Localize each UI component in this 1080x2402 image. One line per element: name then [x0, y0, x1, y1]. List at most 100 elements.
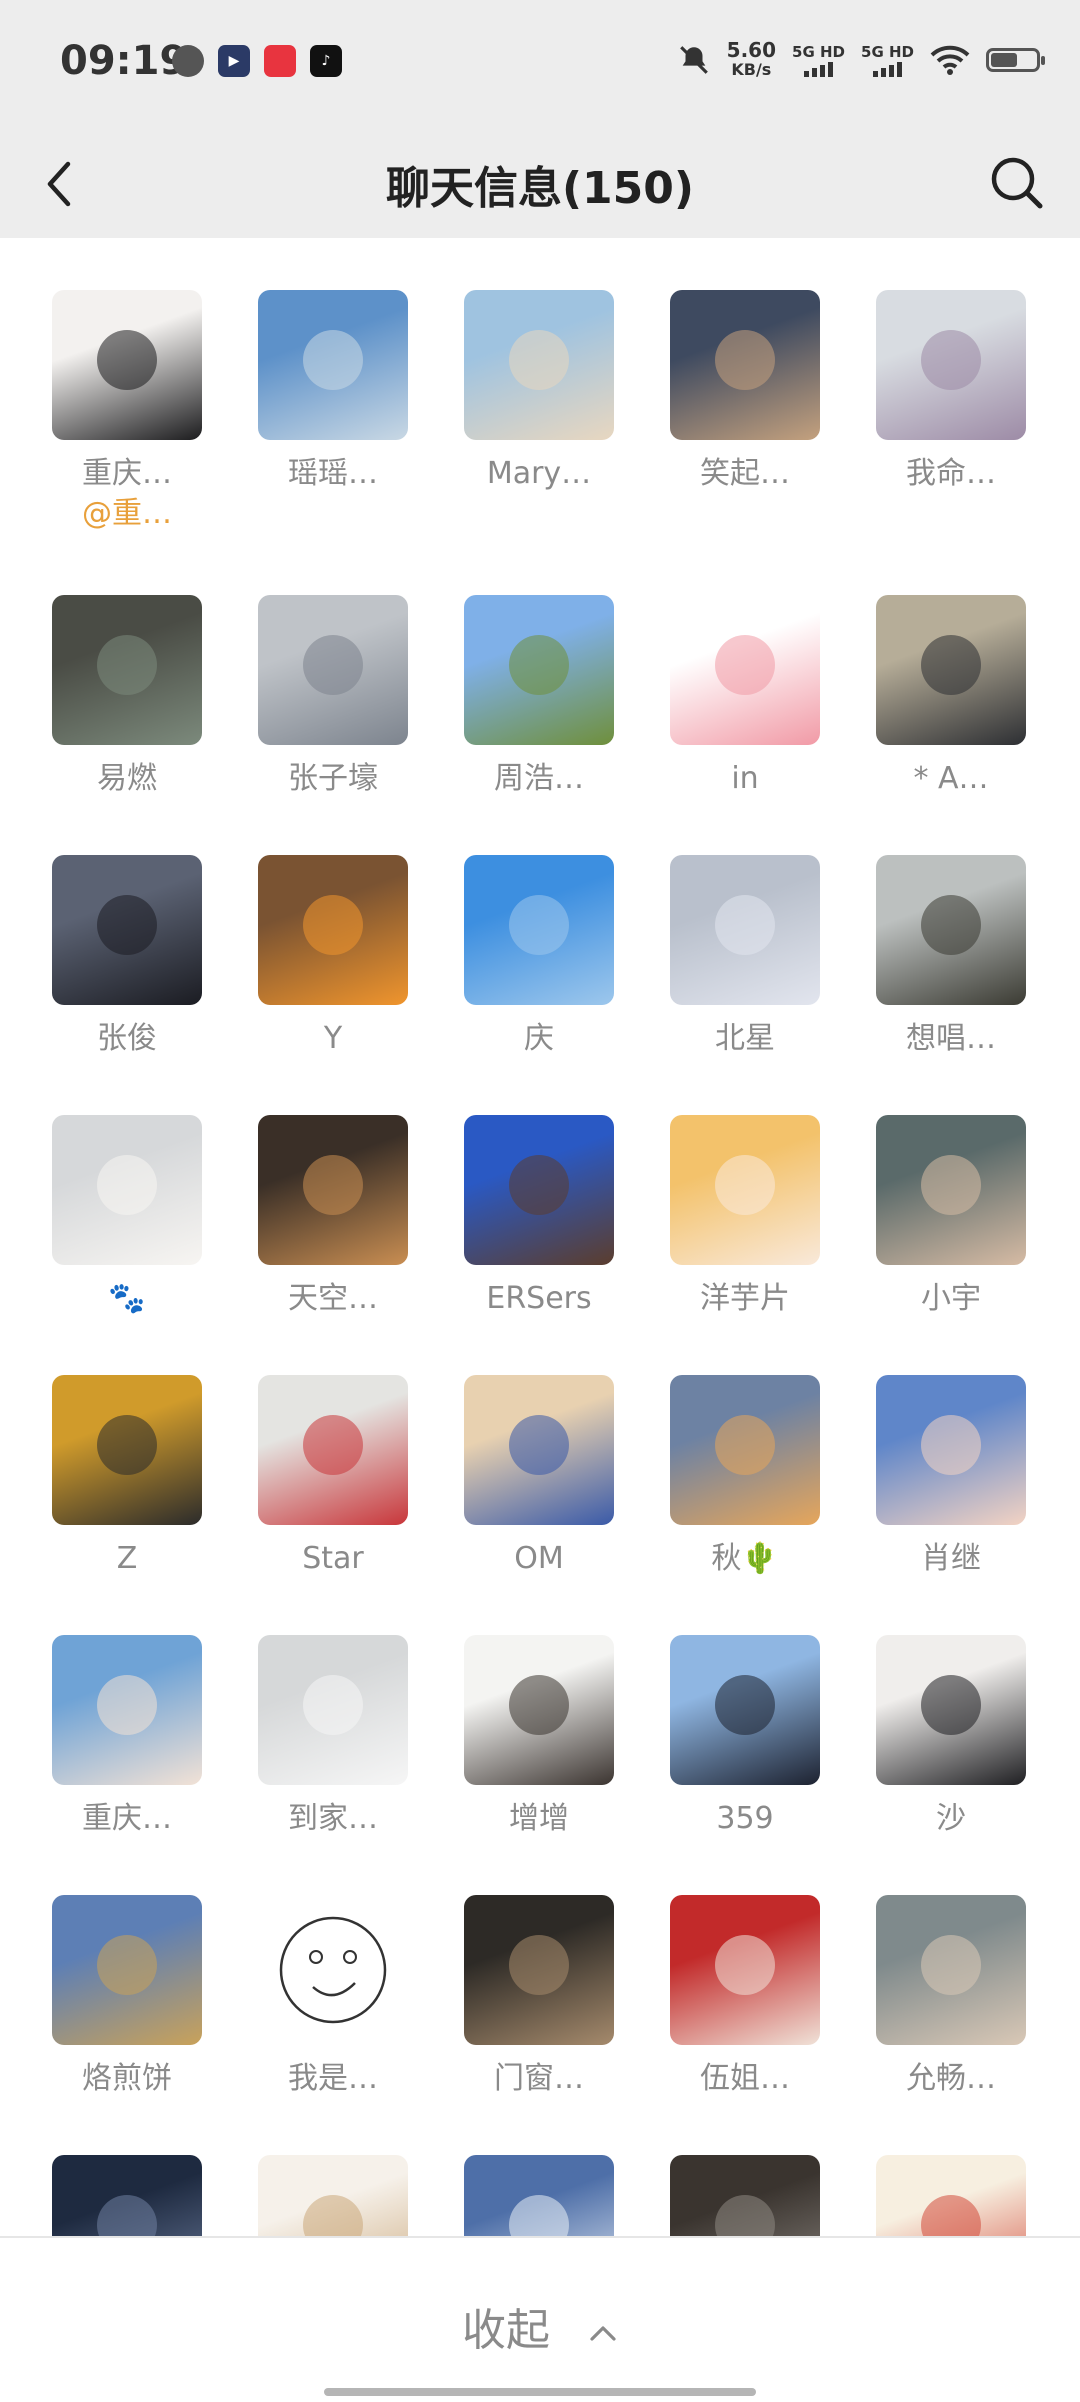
member-item[interactable]: Mary…	[449, 290, 629, 494]
member-item[interactable]: in	[655, 595, 835, 799]
member-item[interactable]: 易燃	[37, 595, 217, 799]
member-item[interactable]: 周浩…	[449, 595, 629, 799]
member-avatar[interactable]	[464, 290, 614, 440]
member-avatar[interactable]	[258, 855, 408, 1005]
member-name: 秋🌵	[711, 1541, 779, 1576]
member-item[interactable]: 359	[655, 1635, 835, 1839]
member-item[interactable]: * A…	[861, 595, 1041, 799]
member-name: 门窗…	[494, 2061, 584, 2096]
member-item[interactable]: 门窗…	[449, 1895, 629, 2099]
member-avatar[interactable]	[876, 855, 1026, 1005]
member-item[interactable]: 庆	[449, 855, 629, 1059]
member-avatar[interactable]	[670, 2155, 820, 2238]
member-avatar[interactable]	[52, 595, 202, 745]
member-avatar[interactable]	[670, 595, 820, 745]
member-name: OM	[514, 1541, 564, 1576]
member-item[interactable]: 烙煎饼	[37, 1895, 217, 2099]
member-item[interactable]	[243, 2155, 423, 2238]
member-item[interactable]: 张子壕	[243, 595, 423, 799]
avatar-figure	[509, 2195, 569, 2238]
member-avatar[interactable]	[52, 1895, 202, 2045]
member-item[interactable]: 伍姐…	[655, 1895, 835, 2099]
member-item[interactable]: 洋芋片	[655, 1115, 835, 1319]
avatar-figure	[303, 895, 363, 955]
member-avatar[interactable]	[258, 2155, 408, 2238]
member-avatar[interactable]	[876, 290, 1026, 440]
network-speed: 5.60 KB/s	[727, 40, 776, 80]
member-avatar[interactable]	[670, 1115, 820, 1265]
member-avatar[interactable]	[876, 1115, 1026, 1265]
avatar-figure	[509, 1935, 569, 1995]
home-indicator[interactable]	[324, 2388, 756, 2396]
member-name: ERSers	[486, 1281, 592, 1316]
member-item[interactable]: Z	[37, 1375, 217, 1579]
member-avatar[interactable]	[258, 1375, 408, 1525]
member-avatar[interactable]	[876, 1895, 1026, 2045]
member-avatar[interactable]	[464, 1115, 614, 1265]
member-name: 庆	[524, 1021, 554, 1056]
member-avatar[interactable]	[52, 1635, 202, 1785]
member-avatar[interactable]	[670, 1375, 820, 1525]
member-avatar[interactable]	[258, 1115, 408, 1265]
member-item[interactable]: ERSers	[449, 1115, 629, 1319]
member-avatar[interactable]	[464, 1635, 614, 1785]
member-avatar[interactable]	[464, 1375, 614, 1525]
member-avatar[interactable]	[52, 2155, 202, 2238]
member-name: Y	[323, 1021, 343, 1056]
member-item[interactable]: 允畅…	[861, 1895, 1041, 2099]
collapse-button[interactable]: 收起	[0, 2294, 1080, 2359]
member-name: 想唱…	[906, 1021, 996, 1056]
member-item[interactable]: 想唱…	[861, 855, 1041, 1059]
member-avatar[interactable]	[258, 1895, 408, 2045]
member-item[interactable]: 瑶瑶…	[243, 290, 423, 494]
member-avatar[interactable]	[670, 855, 820, 1005]
member-avatar[interactable]	[876, 1635, 1026, 1785]
member-avatar[interactable]	[464, 855, 614, 1005]
member-avatar[interactable]	[670, 1895, 820, 2045]
member-avatar[interactable]	[52, 1375, 202, 1525]
member-name: 伍姐…	[700, 2061, 790, 2096]
member-avatar[interactable]	[258, 290, 408, 440]
member-item[interactable]: Star	[243, 1375, 423, 1579]
member-item[interactable]: Y	[243, 855, 423, 1059]
member-item[interactable]: 天空…	[243, 1115, 423, 1319]
member-item[interactable]	[449, 2155, 629, 2238]
avatar-figure	[921, 1415, 981, 1475]
avatar-figure	[715, 2195, 775, 2238]
member-avatar[interactable]	[52, 1115, 202, 1265]
member-avatar[interactable]	[670, 290, 820, 440]
search-button[interactable]	[984, 150, 1050, 216]
member-avatar[interactable]	[464, 2155, 614, 2238]
member-item[interactable]: 秋🌵	[655, 1375, 835, 1579]
member-item[interactable]: 张俊	[37, 855, 217, 1059]
member-avatar[interactable]	[876, 595, 1026, 745]
member-item[interactable]: 🐾	[37, 1115, 217, 1319]
member-item[interactable]: 北星	[655, 855, 835, 1059]
member-item[interactable]	[861, 2155, 1041, 2238]
member-avatar[interactable]	[876, 1375, 1026, 1525]
member-item[interactable]: 沙	[861, 1635, 1041, 1839]
member-item[interactable]: 肖继	[861, 1375, 1041, 1579]
member-avatar[interactable]	[670, 1635, 820, 1785]
member-item[interactable]: 重庆…	[37, 1635, 217, 1839]
member-item[interactable]	[37, 2155, 217, 2238]
member-avatar[interactable]	[52, 855, 202, 1005]
member-item[interactable]: 增增	[449, 1635, 629, 1839]
member-item[interactable]	[655, 2155, 835, 2238]
member-item[interactable]: 重庆… @重…	[37, 290, 217, 534]
member-item[interactable]: 笑起…	[655, 290, 835, 494]
member-item[interactable]: 到家…	[243, 1635, 423, 1839]
member-item[interactable]: OM	[449, 1375, 629, 1579]
member-item[interactable]: 我命…	[861, 290, 1041, 494]
member-item[interactable]: 小宇	[861, 1115, 1041, 1319]
member-name: 到家…	[288, 1801, 378, 1836]
member-avatar[interactable]	[258, 1635, 408, 1785]
member-avatar[interactable]	[52, 290, 202, 440]
member-avatar[interactable]	[258, 595, 408, 745]
member-avatar[interactable]	[876, 2155, 1026, 2238]
member-avatar[interactable]	[464, 595, 614, 745]
member-avatar[interactable]	[464, 1895, 614, 2045]
member-name: 张子壕	[288, 761, 378, 796]
member-item[interactable]: 我是…	[243, 1895, 423, 2099]
avatar-figure	[509, 895, 569, 955]
